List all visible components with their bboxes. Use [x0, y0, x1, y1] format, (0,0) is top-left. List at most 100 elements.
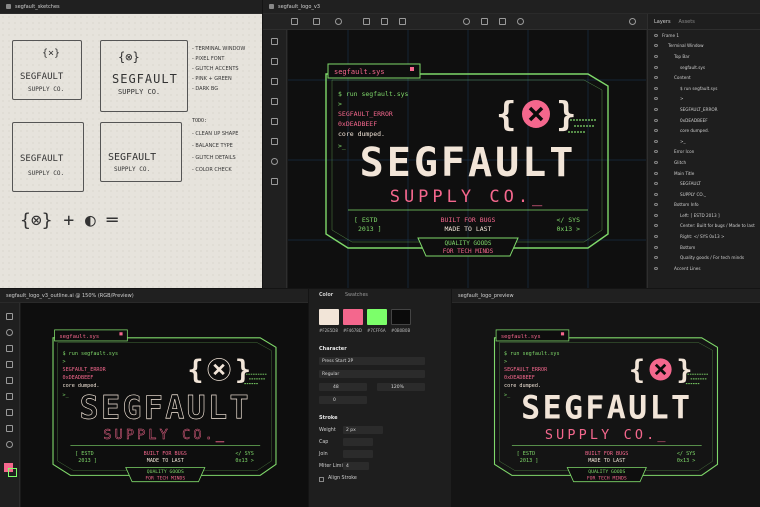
tab-swatches[interactable]: Swatches	[345, 293, 368, 298]
type-icon[interactable]	[271, 118, 278, 125]
layer-row[interactable]: Top Bar	[648, 51, 760, 62]
eye-icon[interactable]	[654, 97, 658, 101]
lasso-icon[interactable]	[6, 329, 13, 336]
outline-canvas[interactable]: segfault.sys $ run segfault.sys > SEGFAULT_…	[21, 303, 308, 507]
eye-icon[interactable]	[654, 107, 658, 111]
select-icon[interactable]	[6, 313, 13, 320]
eye-icon[interactable]	[654, 139, 658, 143]
rotate-icon[interactable]	[6, 425, 13, 432]
eye-icon[interactable]	[654, 86, 658, 90]
text-tool-icon[interactable]	[363, 18, 370, 25]
tracking-field[interactable]: 120%	[377, 383, 425, 391]
eye-icon[interactable]	[654, 160, 658, 164]
eye-icon[interactable]	[654, 213, 658, 217]
component-icon[interactable]	[481, 18, 488, 25]
font-size-field[interactable]: 48	[319, 383, 367, 391]
layer-row[interactable]: Left: [ ESTD 2013 ]	[648, 210, 760, 221]
layer-row[interactable]: SEGFAULT_ERROR	[648, 104, 760, 115]
leading-field[interactable]: 0	[319, 396, 367, 404]
pen-tool-icon[interactable]	[335, 18, 342, 25]
layer-row[interactable]: SEGFAULT	[648, 178, 760, 189]
contrast-icon[interactable]	[463, 18, 470, 25]
eye-icon[interactable]	[654, 192, 658, 196]
layer-row[interactable]: Glitch	[648, 157, 760, 168]
cap-options[interactable]	[343, 438, 373, 446]
shape-tool-icon[interactable]	[313, 18, 320, 25]
eye-icon[interactable]	[654, 256, 658, 260]
logo-outline-artwork[interactable]: segfault.sys $ run segfault.sys > SEGFAULT_…	[21, 303, 308, 507]
stroke-color-swatch[interactable]	[8, 468, 17, 477]
eye-icon[interactable]	[654, 150, 658, 154]
move-icon[interactable]	[271, 38, 278, 45]
brush-icon[interactable]	[6, 393, 13, 400]
layer-row[interactable]: Accent Lines	[648, 263, 760, 274]
eye-icon[interactable]	[654, 182, 658, 186]
frame-icon[interactable]	[271, 78, 278, 85]
pen-icon[interactable]	[271, 98, 278, 105]
color-swatch[interactable]	[367, 309, 387, 325]
editor-canvas[interactable]: segfault.sys $ run segfault.sys > SEGFAULT_…	[288, 30, 646, 288]
layer-row[interactable]: Center: Built for bugs / Made to last	[648, 221, 760, 232]
layer-row[interactable]: segfault.sys	[648, 62, 760, 73]
eye-icon[interactable]	[654, 44, 658, 48]
theme-icon[interactable]	[629, 18, 636, 25]
layer-row[interactable]: Bottom	[648, 242, 760, 253]
pen-icon[interactable]	[6, 361, 13, 368]
boolean-icon[interactable]	[499, 18, 506, 25]
tab-sketches[interactable]: segfault_sketches	[0, 0, 262, 14]
color-swatch[interactable]	[391, 309, 411, 325]
layer-row[interactable]: Terminal Window	[648, 41, 760, 52]
eye-icon[interactable]	[654, 33, 658, 37]
tab-assets[interactable]: Assets	[679, 19, 695, 25]
color-swatch[interactable]	[343, 309, 363, 325]
weight-field[interactable]: 2 px	[343, 426, 383, 434]
miter-field[interactable]: 4	[343, 462, 369, 470]
layer-row[interactable]: Right: </ SYS 0x13 >	[648, 231, 760, 242]
layer-row[interactable]: >	[648, 94, 760, 105]
eraser-icon[interactable]	[6, 441, 13, 448]
eye-icon[interactable]	[654, 224, 658, 228]
logo-artwork[interactable]: segfault.sys $ run segfault.sys > SEGFAULT_…	[288, 30, 646, 288]
tab-logo-v3[interactable]: segfault_logo_v3	[263, 0, 760, 14]
layer-row[interactable]: core dumped.	[648, 125, 760, 136]
layer-row[interactable]: Quality goods / For tech minds	[648, 252, 760, 263]
eye-icon[interactable]	[654, 235, 658, 239]
hand-tool-icon[interactable]	[381, 18, 388, 25]
join-options[interactable]	[343, 450, 373, 458]
eye-icon[interactable]	[654, 171, 658, 175]
font-style-select[interactable]: Regular	[319, 370, 425, 378]
tab-outline[interactable]: segfault_logo_v3_outline.ai @ 150% (RGB/…	[0, 289, 308, 303]
layer-row[interactable]: Bottom Info	[648, 200, 760, 211]
text-icon[interactable]	[6, 409, 13, 416]
tab-layers[interactable]: Layers	[654, 19, 671, 25]
font-family-select[interactable]: Press Start 2P	[319, 357, 425, 365]
layer-row[interactable]: >_	[648, 136, 760, 147]
eye-icon[interactable]	[654, 65, 658, 69]
shape-icon[interactable]	[6, 377, 13, 384]
tab-preview[interactable]: segfault_logo_preview	[452, 289, 760, 303]
eye-icon[interactable]	[654, 76, 658, 80]
eye-icon[interactable]	[654, 118, 658, 122]
layer-row[interactable]: $ run segfault.sys	[648, 83, 760, 94]
eye-icon[interactable]	[654, 129, 658, 133]
frame-tool-icon[interactable]	[291, 18, 298, 25]
type-icon[interactable]	[6, 345, 13, 352]
eye-icon[interactable]	[654, 203, 658, 207]
layer-row[interactable]: Frame 1	[648, 30, 760, 41]
select-icon[interactable]	[271, 58, 278, 65]
ellipse-icon[interactable]	[271, 158, 278, 165]
align-stroke-checkbox[interactable]	[319, 477, 324, 482]
layer-row[interactable]: Error Icon	[648, 147, 760, 158]
comment-tool-icon[interactable]	[399, 18, 406, 25]
tab-color[interactable]: Color	[319, 293, 333, 298]
image-icon[interactable]	[271, 138, 278, 145]
layer-row[interactable]: SUPPLY CO._	[648, 189, 760, 200]
color-swatch[interactable]	[319, 309, 339, 325]
eyedropper-icon[interactable]	[271, 178, 278, 185]
layer-row[interactable]: Content	[648, 72, 760, 83]
eye-icon[interactable]	[654, 245, 658, 249]
layer-row[interactable]: Main Title	[648, 168, 760, 179]
mask-icon[interactable]	[517, 18, 524, 25]
eye-icon[interactable]	[654, 54, 658, 58]
eye-icon[interactable]	[654, 266, 658, 270]
